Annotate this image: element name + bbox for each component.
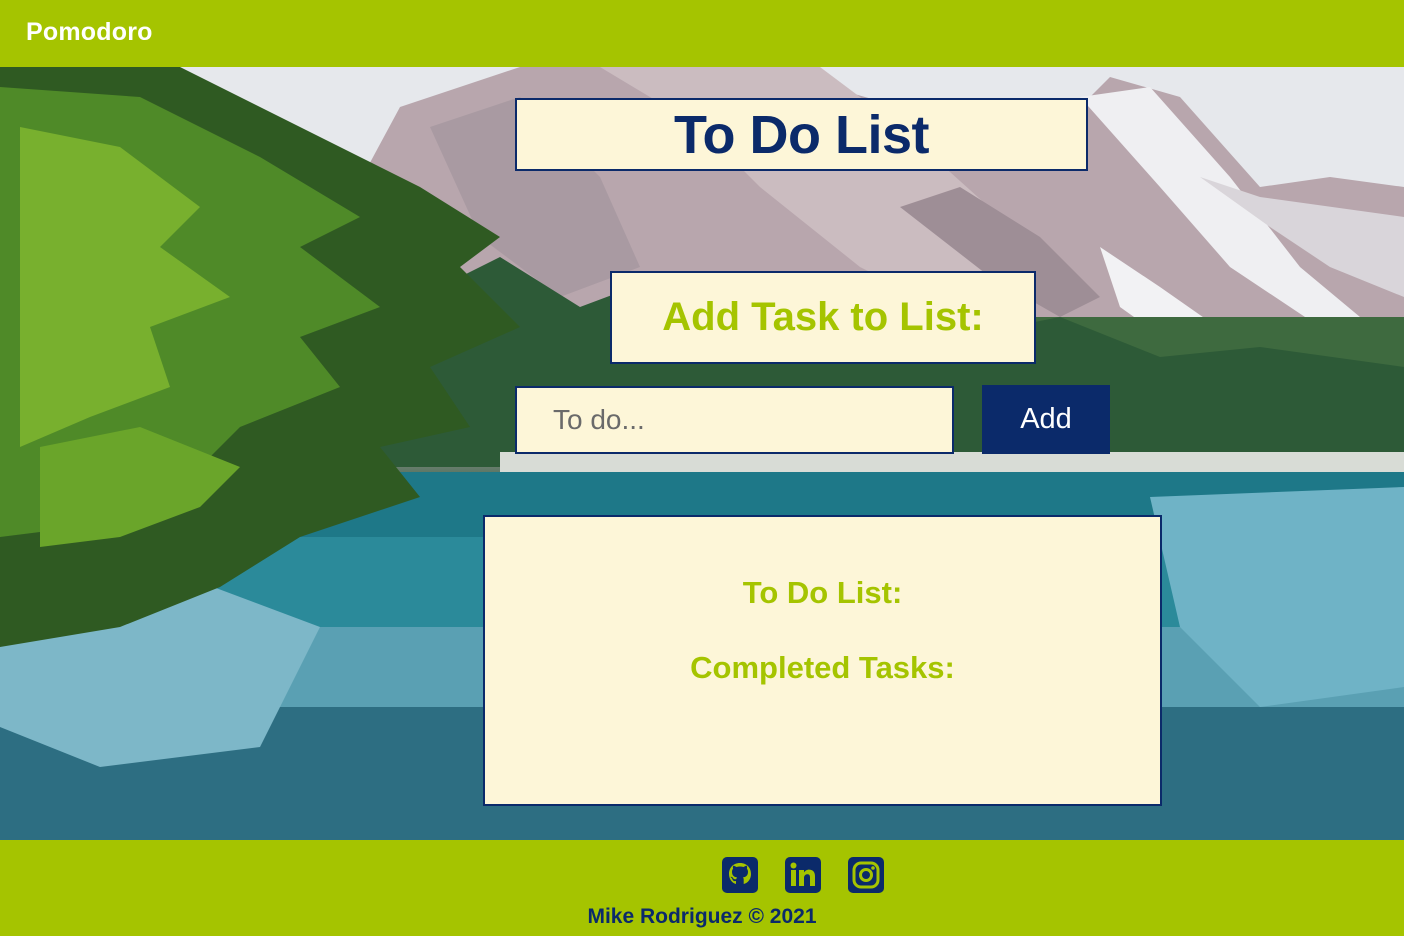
brand-link[interactable]: Pomodoro [26,18,153,47]
github-icon[interactable] [722,857,758,893]
todo-input[interactable] [515,386,954,454]
linkedin-icon[interactable] [785,857,821,893]
task-list-panel: To Do List: Completed Tasks: [483,515,1162,806]
title-banner: To Do List [515,98,1088,171]
completed-tasks-heading: Completed Tasks: [690,650,955,685]
copyright-text: Mike Rodriguez © 2021 [587,905,817,928]
add-button[interactable]: Add [982,385,1110,454]
page-title: To Do List [674,104,929,165]
social-links [722,857,884,893]
add-task-banner: Add Task to List: [610,271,1036,364]
add-task-heading: Add Task to List: [662,295,984,339]
todo-list-heading: To Do List: [742,575,903,610]
instagram-icon[interactable] [848,857,884,893]
top-navbar: Pomodoro [0,0,1404,67]
